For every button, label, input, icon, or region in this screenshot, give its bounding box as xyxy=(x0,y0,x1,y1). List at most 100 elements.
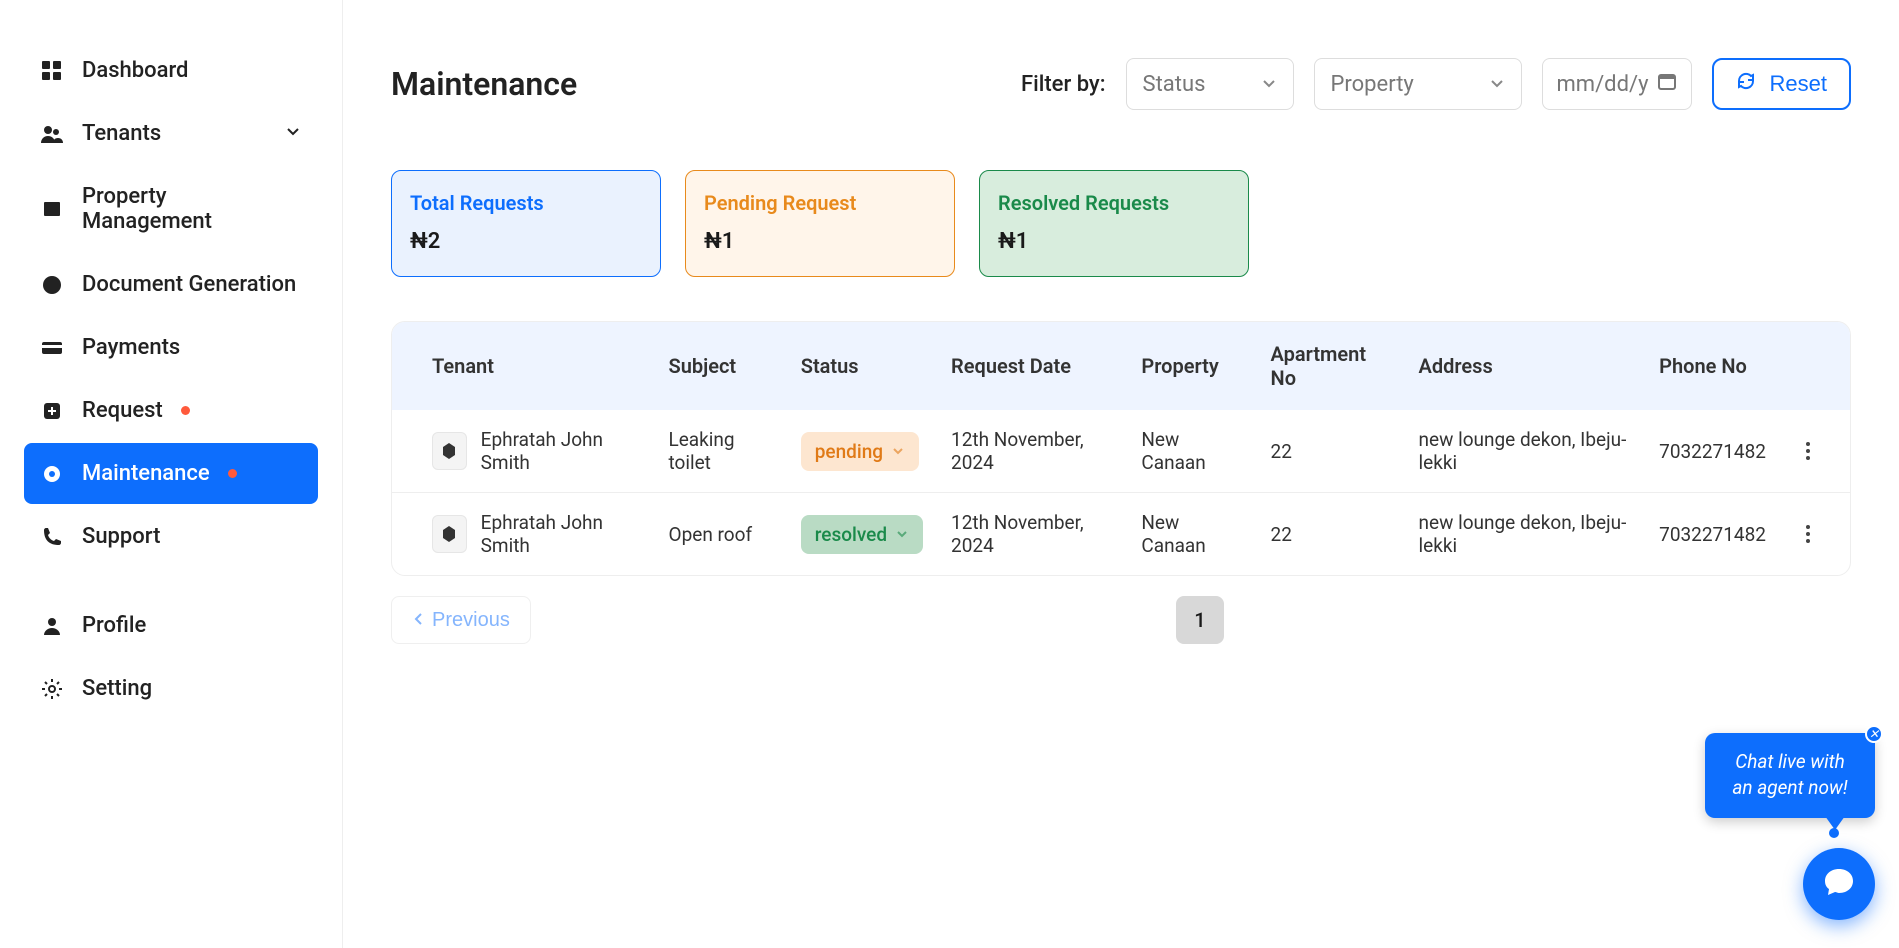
row-actions-button[interactable] xyxy=(1794,437,1822,465)
sidebar-item-property-management[interactable]: Property Management xyxy=(24,166,318,252)
tenant-avatar xyxy=(432,432,467,470)
status-pill[interactable]: resolved xyxy=(801,515,923,554)
status-filter[interactable]: Status xyxy=(1126,58,1294,110)
card-value: 2 xyxy=(428,229,441,254)
users-icon xyxy=(40,122,64,146)
request-date-cell: 12th November, 2024 xyxy=(937,493,1127,576)
main-content: Maintenance Filter by: Status Property m… xyxy=(343,0,1899,948)
settings-icon xyxy=(40,677,64,701)
col-status: Status xyxy=(787,322,937,410)
sidebar-item-profile[interactable]: Profile xyxy=(24,595,318,656)
date-filter[interactable]: mm/dd/y xyxy=(1542,58,1692,110)
phone-icon xyxy=(40,525,64,549)
sidebar-item-label: Request xyxy=(82,398,163,423)
card-title: Pending Request xyxy=(704,191,936,215)
sidebar-item-label: Document Generation xyxy=(82,272,296,297)
tenant-avatar xyxy=(432,515,467,553)
sidebar-item-setting[interactable]: Setting xyxy=(24,658,318,719)
pending-request-card: Pending Request 1 xyxy=(685,170,955,277)
apartment-no-cell: 22 xyxy=(1257,410,1405,493)
sidebar-item-label: Payments xyxy=(82,335,180,360)
chevron-left-icon xyxy=(412,609,426,632)
naira-icon xyxy=(410,229,428,254)
sidebar-item-label: Dashboard xyxy=(82,58,188,83)
sidebar-item-request[interactable]: Request xyxy=(24,380,318,441)
sidebar-item-document-generation[interactable]: Document Generation xyxy=(24,254,318,315)
reset-button[interactable]: Reset xyxy=(1712,58,1851,110)
notification-dot-icon xyxy=(228,469,237,478)
address-cell: new lounge dekon, Ibeju-lekki xyxy=(1405,493,1646,576)
col-property: Property xyxy=(1127,322,1256,410)
request-date-cell: 12th November, 2024 xyxy=(937,410,1127,493)
address-cell: new lounge dekon, Ibeju-lekki xyxy=(1405,410,1646,493)
property-filter-placeholder: Property xyxy=(1331,72,1414,97)
tenant-name: Ephratah John Smith xyxy=(481,428,641,474)
chat-tooltip-tail-dot xyxy=(1829,828,1839,838)
subject-cell: Leaking toilet xyxy=(655,410,787,493)
col-address: Address xyxy=(1405,322,1646,410)
credit-card-icon xyxy=(40,336,64,360)
col-request-date: Request Date xyxy=(937,322,1127,410)
sidebar-item-payments[interactable]: Payments xyxy=(24,317,318,378)
card-value: 1 xyxy=(722,229,735,254)
previous-button[interactable]: Previous xyxy=(391,596,531,644)
sidebar-item-label: Maintenance xyxy=(82,461,210,486)
row-actions-button[interactable] xyxy=(1794,520,1822,548)
col-tenant: Tenant xyxy=(392,322,655,410)
chat-tooltip: Chat live with an agent now! ✕ xyxy=(1705,733,1875,818)
reset-button-label: Reset xyxy=(1770,71,1827,97)
page-number[interactable]: 1 xyxy=(1176,596,1224,644)
naira-icon xyxy=(998,229,1016,254)
gear-icon xyxy=(40,462,64,486)
apartment-no-cell: 22 xyxy=(1257,493,1405,576)
chevron-down-icon xyxy=(1489,72,1505,97)
request-icon xyxy=(40,399,64,423)
card-title: Total Requests xyxy=(410,191,642,215)
sidebar-item-label: Setting xyxy=(82,676,152,701)
document-icon xyxy=(40,273,64,297)
col-apartment-no: Apartment No xyxy=(1257,322,1405,410)
table-row[interactable]: Ephratah John Smith Leaking toilet pendi… xyxy=(392,410,1850,493)
col-phone-no: Phone No xyxy=(1645,322,1780,410)
chevron-down-icon xyxy=(284,121,302,146)
sidebar-item-tenants[interactable]: Tenants xyxy=(24,103,318,164)
card-value: 1 xyxy=(1016,229,1029,254)
naira-icon xyxy=(704,229,722,254)
phone-no-cell: 7032271482 xyxy=(1645,410,1780,493)
sidebar: Dashboard Tenants Property Management xyxy=(0,0,343,948)
property-cell: New Canaan xyxy=(1127,410,1256,493)
status-filter-placeholder: Status xyxy=(1143,72,1206,97)
property-cell: New Canaan xyxy=(1127,493,1256,576)
subject-cell: Open roof xyxy=(655,493,787,576)
dashboard-icon xyxy=(40,59,64,83)
chevron-down-icon xyxy=(895,523,909,546)
sidebar-item-support[interactable]: Support xyxy=(24,506,318,567)
chat-icon xyxy=(1822,865,1856,903)
chat-tooltip-text: Chat live with an agent now! xyxy=(1732,750,1847,800)
sidebar-item-label: Support xyxy=(82,524,160,549)
chevron-down-icon xyxy=(1261,72,1277,97)
user-icon xyxy=(40,614,64,638)
card-title: Resolved Requests xyxy=(998,191,1230,215)
tenant-name: Ephratah John Smith xyxy=(481,511,641,557)
status-pill[interactable]: pending xyxy=(801,432,919,471)
sidebar-item-dashboard[interactable]: Dashboard xyxy=(24,40,318,101)
status-text: pending xyxy=(815,440,883,463)
page-title: Maintenance xyxy=(391,65,577,103)
refresh-icon xyxy=(1736,71,1756,97)
building-icon xyxy=(40,197,64,221)
close-icon[interactable]: ✕ xyxy=(1865,725,1883,743)
table-row[interactable]: Ephratah John Smith Open roof resolved 1… xyxy=(392,493,1850,576)
notification-dot-icon xyxy=(181,406,190,415)
phone-no-cell: 7032271482 xyxy=(1645,493,1780,576)
filter-by-label: Filter by: xyxy=(1021,72,1106,97)
sidebar-item-label: Profile xyxy=(82,613,146,638)
chat-button[interactable] xyxy=(1803,848,1875,920)
sidebar-item-maintenance[interactable]: Maintenance xyxy=(24,443,318,504)
property-filter[interactable]: Property xyxy=(1314,58,1522,110)
status-text: resolved xyxy=(815,523,887,546)
chevron-down-icon xyxy=(891,440,905,463)
calendar-icon xyxy=(1657,71,1677,97)
sidebar-item-label: Property Management xyxy=(82,184,302,234)
previous-label: Previous xyxy=(432,609,510,632)
